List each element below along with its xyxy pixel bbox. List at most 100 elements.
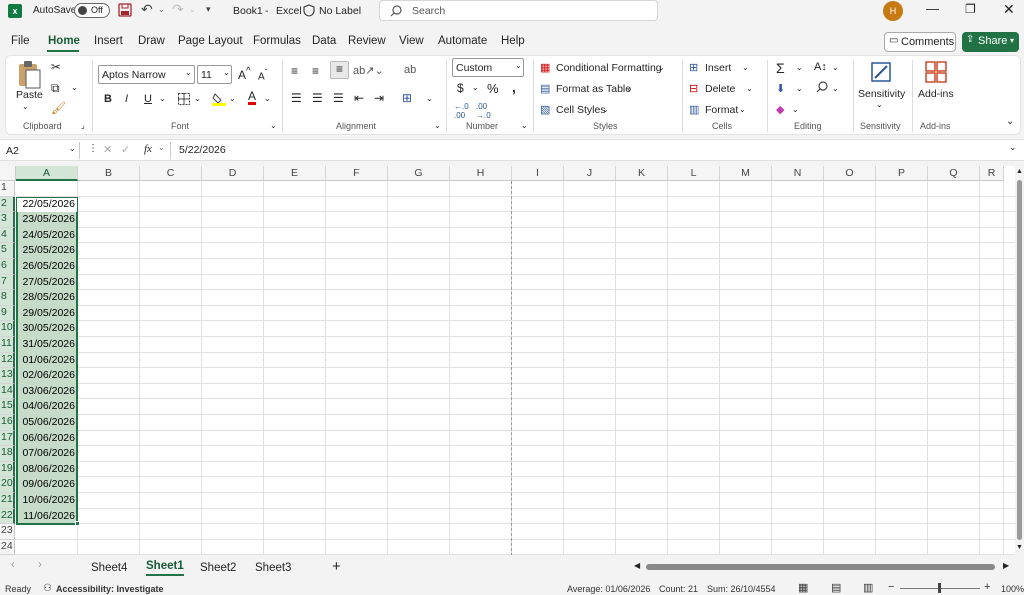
percent-button[interactable]: % [487, 81, 499, 96]
font-color-icon[interactable]: A [248, 90, 257, 105]
zoom-level[interactable]: 100% [1001, 584, 1024, 594]
menu-insert[interactable]: Insert [94, 35, 123, 47]
autosave-toggle[interactable]: Off [74, 3, 110, 18]
tab-sheet2[interactable]: Sheet2 [200, 562, 236, 574]
name-box[interactable]: A2 ⌄ [2, 142, 80, 159]
find-select-icon[interactable] [816, 81, 828, 93]
format-as-table-button[interactable]: Format as Table [556, 83, 631, 95]
column-header[interactable]: R [980, 166, 1004, 181]
row-header[interactable]: 2 [0, 196, 15, 213]
cell-a3[interactable]: 23/05/2026 [16, 212, 78, 228]
tab-sheet4[interactable]: Sheet4 [91, 562, 127, 574]
column-header[interactable]: H [450, 166, 512, 181]
menu-formulas[interactable]: Formulas [253, 35, 301, 47]
menu-help[interactable]: Help [501, 35, 525, 47]
alignment-launcher-icon[interactable]: ⌄ [434, 121, 441, 130]
borders-dropdown-icon[interactable]: ⌄ [194, 94, 201, 103]
paste-button[interactable]: Paste [16, 89, 43, 101]
sensitivity-label-text[interactable]: No Label [319, 5, 361, 17]
column-header[interactable]: K [616, 166, 668, 181]
chevron-down-icon[interactable]: ⌄ [658, 63, 665, 72]
column-header[interactable]: D [202, 166, 264, 181]
minimize-icon[interactable]: — [926, 1, 939, 16]
cell-a5[interactable]: 25/05/2026 [16, 243, 78, 259]
scroll-thumb[interactable] [1017, 180, 1022, 540]
row-header[interactable]: 24 [0, 539, 15, 555]
cell-styles-icon[interactable]: ▧ [540, 103, 550, 116]
cell-a7[interactable]: 27/05/2026 [16, 275, 78, 291]
search-box[interactable]: Search [379, 0, 658, 21]
wrap-text-icon[interactable]: ab [404, 64, 416, 76]
align-right-icon[interactable]: ☰ [333, 91, 344, 105]
cell-a21[interactable]: 10/06/2026 [16, 493, 78, 509]
worksheet-grid[interactable]: ABCDEFGHIJKLMNOPQR 1 2 3 4 5 6 7 8 9 10 11 12 13 14 15… [0, 166, 1015, 555]
customize-toolbar-icon[interactable]: ▾ [206, 4, 211, 15]
column-header[interactable]: E [264, 166, 326, 181]
format-painter-icon[interactable]: 🖌 [51, 101, 66, 115]
sort-filter-icon[interactable]: A↕ [814, 61, 827, 73]
comments-button[interactable]: ▭ Comments [884, 32, 956, 52]
menu-view[interactable]: View [399, 35, 424, 47]
merge-dropdown-icon[interactable]: ⌄ [426, 94, 433, 103]
cell-a9[interactable]: 29/05/2026 [16, 306, 78, 322]
chevron-down-icon[interactable]: ⌄ [792, 105, 799, 114]
insert-cells-button[interactable]: Insert [705, 62, 731, 74]
cancel-icon[interactable]: ✕ [103, 143, 112, 156]
row-header[interactable]: 17 [0, 430, 15, 447]
cell-styles-button[interactable]: Cell Styles [556, 104, 606, 116]
cell-a11[interactable]: 31/05/2026 [16, 337, 78, 353]
chevron-down-icon[interactable]: ⌄ [876, 100, 883, 109]
font-name-select[interactable]: Aptos Narrow ⌄ [98, 65, 195, 84]
column-header[interactable]: N [772, 166, 824, 181]
paste-dropdown-icon[interactable]: ⌄ [22, 102, 29, 111]
column-header[interactable]: J [564, 166, 616, 181]
row-header[interactable]: 16 [0, 415, 15, 431]
page-layout-view-icon[interactable]: ▤ [831, 581, 841, 594]
cut-icon[interactable]: ✂ [51, 60, 61, 74]
accessibility-status[interactable]: Accessibility: Investigate [56, 584, 164, 594]
redo-dropdown-icon[interactable]: ⌄ [189, 5, 196, 14]
fill-color-icon[interactable] [212, 92, 226, 106]
shrink-font-button[interactable]: Aˇ [258, 67, 267, 82]
expand-formula-icon[interactable]: ⌄ [1009, 142, 1017, 153]
chevron-down-icon[interactable]: ⌄ [742, 63, 749, 72]
borders-icon[interactable] [178, 93, 190, 105]
autosum-icon[interactable]: Σ [776, 60, 785, 76]
cell-a10[interactable]: 30/05/2026 [16, 321, 78, 337]
chevron-down-icon[interactable]: ⌄ [626, 84, 633, 93]
column-header[interactable]: Q [928, 166, 980, 181]
column-header[interactable]: C [140, 166, 202, 181]
menu-draw[interactable]: Draw [138, 35, 165, 47]
decrease-indent-icon[interactable]: ⇤ [354, 91, 364, 105]
column-header[interactable]: O [824, 166, 876, 181]
menu-review[interactable]: Review [348, 35, 386, 47]
cell-a8[interactable]: 28/05/2026 [16, 290, 78, 306]
horizontal-scrollbar[interactable]: ◀ ▶ [632, 561, 1012, 572]
undo-dropdown-icon[interactable]: ⌄ [158, 5, 165, 14]
row-header[interactable]: 20 [0, 477, 15, 493]
copy-icon[interactable]: ⧉ [51, 81, 60, 96]
share-button[interactable]: ⇪ Share ▾ [962, 32, 1019, 52]
formula-input[interactable]: 5/22/2026 [179, 144, 226, 156]
sum-stat[interactable]: Sum: 26/10/4554 [707, 584, 776, 594]
select-all-corner[interactable] [0, 166, 16, 181]
avatar[interactable]: H [883, 1, 903, 21]
conditional-formatting-button[interactable]: Conditional Formatting [556, 62, 662, 74]
cell-a2[interactable]: 22/05/2026 [16, 197, 78, 213]
undo-icon[interactable]: ↶ [141, 1, 153, 18]
menu-automate[interactable]: Automate [438, 35, 487, 47]
italic-button[interactable]: I [125, 93, 128, 105]
average-stat[interactable]: Average: 01/06/2026 [567, 584, 650, 594]
merge-center-icon[interactable]: ⊞ [402, 91, 412, 105]
row-header[interactable]: 1 [0, 181, 15, 197]
chevron-down-icon[interactable]: ⌄ [796, 63, 803, 72]
font-size-select[interactable]: 11 ⌄ [197, 65, 232, 84]
add-sheet-button[interactable]: + [332, 558, 341, 575]
format-cells-button[interactable]: Format [705, 104, 738, 116]
zoom-out-icon[interactable]: − [888, 581, 894, 593]
sensitivity-label-icon[interactable] [303, 4, 315, 17]
fill-icon[interactable]: ⬇ [776, 82, 785, 95]
chevron-down-icon[interactable]: ⌄ [832, 84, 839, 93]
more-options-icon[interactable]: ⋮ [88, 143, 98, 154]
row-header[interactable]: 5 [0, 243, 15, 259]
